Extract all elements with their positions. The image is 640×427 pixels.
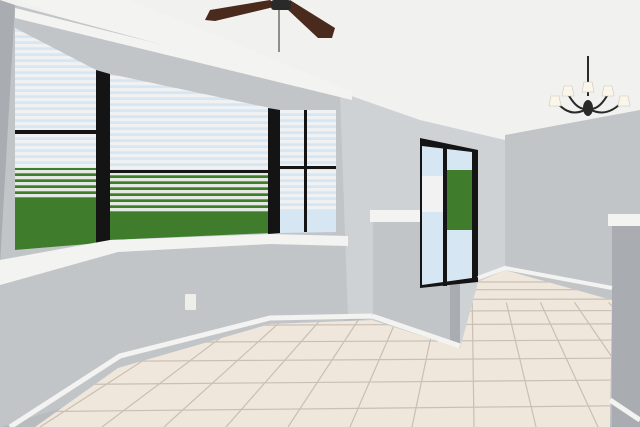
door-glass-foliage xyxy=(446,170,472,230)
blind-slat xyxy=(280,128,336,132)
blind-slat xyxy=(110,160,270,164)
blind-slat xyxy=(280,116,336,120)
blind-slat xyxy=(110,106,270,110)
blind-slat xyxy=(280,110,336,114)
blind-slat xyxy=(15,152,100,156)
blind-slat xyxy=(110,184,270,188)
blind-slat xyxy=(15,68,100,72)
blind-slat xyxy=(15,194,100,198)
right-pillar-cap xyxy=(608,214,640,226)
blind-slat xyxy=(280,182,336,186)
lamp-shade xyxy=(581,81,595,93)
blind-slat xyxy=(280,134,336,138)
blind-slat xyxy=(110,118,270,122)
blind-slat xyxy=(280,176,336,180)
right-window-mullion-h xyxy=(280,166,336,169)
right-window xyxy=(280,110,336,233)
blind-slat xyxy=(15,140,100,144)
blind-slat xyxy=(15,98,100,102)
blind-slat xyxy=(280,170,336,174)
blind-slat xyxy=(110,124,270,128)
lamp-shade xyxy=(617,95,631,107)
blind-slat xyxy=(15,170,100,174)
blind-slat xyxy=(15,134,100,138)
blind-slat xyxy=(280,158,336,162)
door-center-stile xyxy=(443,146,447,286)
blind-slat xyxy=(110,136,270,140)
lamp-shade xyxy=(548,95,562,107)
lamp-shade xyxy=(561,85,575,97)
middle-window-trees xyxy=(110,172,270,240)
blind-slat xyxy=(15,122,100,126)
fan-motor xyxy=(271,0,291,10)
blind-slat xyxy=(15,104,100,108)
blind-slat xyxy=(110,208,270,212)
right-window-blind-slats xyxy=(280,110,336,210)
blind-slat xyxy=(15,146,100,150)
blind-slat xyxy=(280,140,336,144)
blind-slat xyxy=(15,110,100,114)
blind-slat xyxy=(110,130,270,134)
wall-outlet xyxy=(185,294,196,310)
blind-slat xyxy=(110,202,270,206)
blind-slat xyxy=(110,178,270,182)
blind-slat xyxy=(280,200,336,204)
blind-slat xyxy=(110,166,270,170)
blind-slat xyxy=(280,188,336,192)
blind-slat xyxy=(280,122,336,126)
dining-room-photo xyxy=(0,0,640,427)
blind-slat xyxy=(15,158,100,162)
door-glass-building xyxy=(422,176,444,212)
left-window-frame-post xyxy=(96,70,110,244)
sliding-glass-door xyxy=(420,138,478,288)
blind-slat xyxy=(110,112,270,116)
blind-slat xyxy=(15,176,100,180)
blind-slat xyxy=(110,196,270,200)
blind-slat xyxy=(15,86,100,90)
middle-window-mullion xyxy=(110,170,270,173)
left-window-mullion xyxy=(15,130,105,134)
blind-slat xyxy=(15,188,100,192)
left-window-trees xyxy=(15,168,100,250)
blind-slat xyxy=(15,80,100,84)
blind-slat xyxy=(15,182,100,186)
blind-slat xyxy=(15,92,100,96)
right-pillar xyxy=(612,222,640,427)
blind-slat xyxy=(15,116,100,120)
chandelier-body xyxy=(583,100,593,116)
blind-slat xyxy=(280,146,336,150)
blind-slat xyxy=(280,206,336,210)
lamp-shade xyxy=(601,85,615,97)
blind-slat xyxy=(110,148,270,152)
blind-slat xyxy=(15,74,100,78)
right-window-mullion-v xyxy=(304,110,307,232)
blind-slat xyxy=(15,164,100,168)
blind-slat xyxy=(280,194,336,198)
blind-slat xyxy=(110,190,270,194)
blind-slat xyxy=(110,154,270,158)
blind-slat xyxy=(110,142,270,146)
blind-slat xyxy=(280,152,336,156)
